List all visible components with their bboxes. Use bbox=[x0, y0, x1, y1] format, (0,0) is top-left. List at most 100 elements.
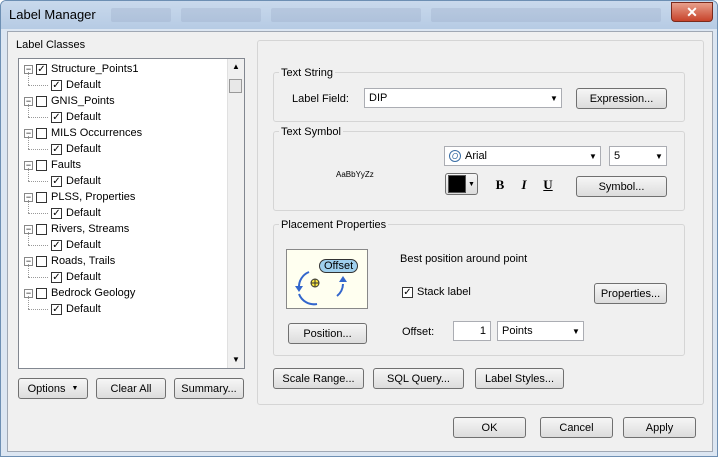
scale-range-button[interactable]: Scale Range... bbox=[273, 368, 364, 389]
opentype-font-icon: O bbox=[449, 150, 461, 162]
summary-button[interactable]: Summary... bbox=[174, 378, 244, 399]
underline-button[interactable]: U bbox=[538, 175, 558, 195]
background-toolbar-ghost bbox=[431, 8, 661, 22]
label-class-item[interactable]: − Roads, Trails bbox=[24, 253, 115, 269]
close-icon: ✕ bbox=[686, 4, 698, 20]
label-class-item[interactable]: − GNIS_Points bbox=[24, 93, 115, 109]
position-button[interactable]: Position... bbox=[288, 323, 367, 344]
label-field-select[interactable]: DIP ▼ bbox=[364, 88, 562, 108]
symbol-button[interactable]: Symbol... bbox=[576, 176, 667, 197]
clear-all-button[interactable]: Clear All bbox=[96, 378, 166, 399]
stack-label-checkbox[interactable]: ✓ Stack label bbox=[402, 286, 471, 298]
default-checkbox[interactable]: ✓ bbox=[51, 111, 62, 123]
label-class-checkbox[interactable] bbox=[36, 287, 47, 299]
default-checkbox[interactable]: ✓ bbox=[51, 303, 62, 315]
tree-connector bbox=[28, 117, 48, 118]
apply-button[interactable]: Apply bbox=[623, 417, 696, 438]
label-class-checkbox[interactable] bbox=[36, 191, 47, 203]
label-styles-button[interactable]: Label Styles... bbox=[475, 368, 564, 389]
label-manager-window: Label Manager ✕ Label Classes − ✓ Structur… bbox=[0, 0, 718, 457]
tree-connector bbox=[28, 309, 48, 310]
label-class-checkbox[interactable] bbox=[36, 159, 47, 171]
background-toolbar-ghost bbox=[181, 8, 261, 22]
tree-connector bbox=[28, 72, 29, 85]
cancel-button[interactable]: Cancel bbox=[540, 417, 613, 438]
offset-input[interactable]: 1 bbox=[453, 321, 491, 341]
label-class-default-item[interactable]: ✓ Default bbox=[51, 141, 101, 157]
placement-description: Best position around point bbox=[400, 253, 528, 265]
window-title: Label Manager bbox=[9, 7, 96, 22]
sql-query-button[interactable]: SQL Query... bbox=[373, 368, 464, 389]
default-label: Default bbox=[66, 175, 101, 187]
default-label: Default bbox=[66, 111, 101, 123]
tree-connector bbox=[28, 213, 48, 214]
label-classes-title: Label Classes bbox=[16, 39, 86, 51]
label-class-checkbox[interactable] bbox=[36, 95, 47, 107]
default-label: Default bbox=[66, 143, 101, 155]
tree-connector bbox=[28, 232, 29, 245]
font-color-button[interactable]: ▼ bbox=[445, 173, 478, 195]
tree-connector bbox=[28, 264, 29, 277]
tree-connector bbox=[28, 200, 29, 213]
italic-button[interactable]: I bbox=[514, 175, 534, 195]
label-class-item[interactable]: − Bedrock Geology bbox=[24, 285, 135, 301]
label-class-default-item[interactable]: ✓ Default bbox=[51, 77, 101, 93]
scroll-down-icon[interactable]: ▼ bbox=[228, 352, 244, 368]
chevron-down-icon: ▼ bbox=[655, 151, 663, 161]
label-class-name: MILS Occurrences bbox=[51, 127, 143, 139]
label-class-checkbox[interactable]: ✓ bbox=[36, 63, 47, 75]
chevron-down-icon: ▼ bbox=[550, 93, 558, 103]
label-class-name: PLSS, Properties bbox=[51, 191, 136, 203]
label-class-checkbox[interactable] bbox=[36, 223, 47, 235]
dropdown-icon: ▼ bbox=[71, 385, 79, 392]
label-class-item[interactable]: − PLSS, Properties bbox=[24, 189, 135, 205]
label-class-checkbox[interactable] bbox=[36, 255, 47, 267]
label-class-item[interactable]: − Faults bbox=[24, 157, 81, 173]
tree-connector bbox=[28, 104, 29, 117]
ok-button[interactable]: OK bbox=[453, 417, 526, 438]
stack-label-text: Stack label bbox=[417, 286, 471, 298]
scroll-thumb[interactable] bbox=[229, 79, 242, 93]
label-class-default-item[interactable]: ✓ Default bbox=[51, 301, 101, 317]
default-checkbox[interactable]: ✓ bbox=[51, 79, 62, 91]
default-label: Default bbox=[66, 207, 101, 219]
label-class-default-item[interactable]: ✓ Default bbox=[51, 173, 101, 189]
default-checkbox[interactable]: ✓ bbox=[51, 271, 62, 283]
label-class-item[interactable]: − Rivers, Streams bbox=[24, 221, 129, 237]
properties-button[interactable]: Properties... bbox=[594, 283, 667, 304]
text-symbol-title: Text Symbol bbox=[279, 126, 343, 138]
label-class-name: GNIS_Points bbox=[51, 95, 115, 107]
scroll-up-icon[interactable]: ▲ bbox=[228, 59, 244, 75]
background-toolbar-ghost bbox=[271, 8, 421, 22]
default-checkbox[interactable]: ✓ bbox=[51, 143, 62, 155]
label-class-item[interactable]: − ✓ Structure_Points1 bbox=[24, 61, 138, 77]
offset-label: Offset: bbox=[402, 326, 435, 338]
label-class-checkbox[interactable] bbox=[36, 127, 47, 139]
font-select[interactable]: O Arial ▼ bbox=[444, 146, 601, 166]
expression-button[interactable]: Expression... bbox=[576, 88, 667, 109]
tree-connector bbox=[28, 245, 48, 246]
default-checkbox[interactable]: ✓ bbox=[51, 175, 62, 187]
font-size-select[interactable]: 5 ▼ bbox=[609, 146, 667, 166]
label-class-item[interactable]: − MILS Occurrences bbox=[24, 125, 142, 141]
label-class-default-item[interactable]: ✓ Default bbox=[51, 205, 101, 221]
close-button[interactable]: ✕ bbox=[671, 2, 713, 22]
default-checkbox[interactable]: ✓ bbox=[51, 207, 62, 219]
label-class-default-item[interactable]: ✓ Default bbox=[51, 237, 101, 253]
tree-connector bbox=[28, 168, 29, 181]
bold-button[interactable]: B bbox=[490, 175, 510, 195]
label-field-label: Label Field: bbox=[292, 93, 349, 105]
label-field-value: DIP bbox=[369, 92, 388, 104]
offset-unit-value: Points bbox=[502, 325, 533, 337]
label-class-default-item[interactable]: ✓ Default bbox=[51, 269, 101, 285]
label-class-default-item[interactable]: ✓ Default bbox=[51, 109, 101, 125]
tree-scrollbar[interactable]: ▲ ▼ bbox=[227, 59, 244, 368]
chevron-down-icon: ▼ bbox=[572, 326, 580, 336]
label-classes-tree[interactable]: − ✓ Structure_Points1 ✓ Default − GNIS_Points ✓… bbox=[18, 58, 245, 369]
options-button[interactable]: Options ▼ bbox=[18, 378, 88, 399]
font-size-value: 5 bbox=[614, 150, 621, 162]
default-label: Default bbox=[66, 79, 101, 91]
default-checkbox[interactable]: ✓ bbox=[51, 239, 62, 251]
offset-unit-select[interactable]: Points ▼ bbox=[497, 321, 584, 341]
tree-connector bbox=[28, 136, 29, 149]
